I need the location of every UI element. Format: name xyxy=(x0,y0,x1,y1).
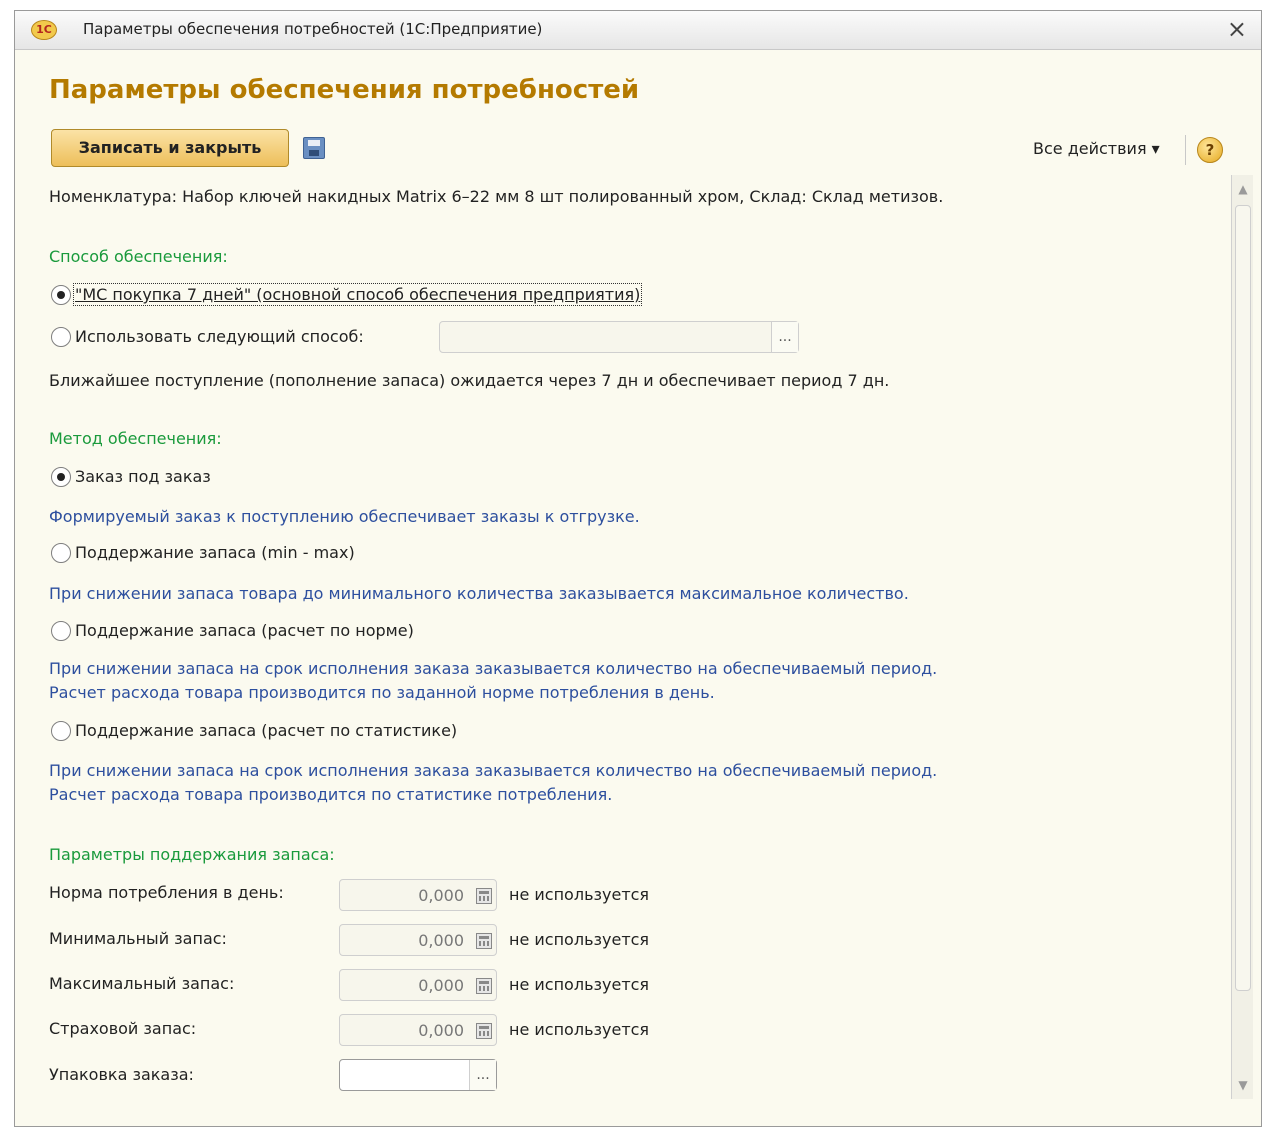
max-stock-note: не используется xyxy=(509,975,650,994)
1c-logo-icon: 1С xyxy=(31,20,57,40)
safety-stock-label: Страховой запас: xyxy=(49,1019,197,1038)
calculator-icon[interactable] xyxy=(476,888,492,904)
method-order-label[interactable]: Заказ под заказ xyxy=(75,467,211,486)
method-order-radio[interactable] xyxy=(51,467,71,487)
method-stats-description-2: Расчет расхода товара производится по ст… xyxy=(49,785,613,804)
save-icon[interactable] xyxy=(303,137,325,159)
min-stock-note: не используется xyxy=(509,930,650,949)
norm-per-day-note: не используется xyxy=(509,885,650,904)
max-stock-label: Максимальный запас: xyxy=(49,974,235,993)
item-info-text: Номенклатура: Набор ключей накидных Matr… xyxy=(49,187,944,206)
next-receipt-note: Ближайшее поступление (пополнение запаса… xyxy=(49,371,890,390)
norm-per-day-value: 0,000 xyxy=(418,886,464,905)
method-minmax-label[interactable]: Поддержание запаса (min - max) xyxy=(75,543,355,562)
scroll-thumb[interactable] xyxy=(1235,205,1251,991)
supply-way-default-label[interactable]: "МС покупка 7 дней" (основной способ обе… xyxy=(72,283,643,306)
norm-per-day-input[interactable]: 0,000 xyxy=(339,879,497,911)
method-stats-description-1: При снижении запаса на срок исполнения з… xyxy=(49,761,938,780)
norm-per-day-label: Норма потребления в день: xyxy=(49,883,284,902)
scroll-up-icon[interactable]: ▲ xyxy=(1234,179,1252,199)
scroll-down-icon[interactable]: ▼ xyxy=(1234,1075,1252,1095)
package-label: Упаковка заказа: xyxy=(49,1065,194,1084)
method-norm-description-2: Расчет расхода товара производится по за… xyxy=(49,683,715,702)
vertical-scrollbar[interactable]: ▲ ▼ xyxy=(1231,175,1253,1099)
method-norm-description-1: При снижении запаса на срок исполнения з… xyxy=(49,659,938,678)
dialog-window: 1С Параметры обеспечения потребностей (1… xyxy=(14,10,1262,1127)
method-norm-label[interactable]: Поддержание запаса (расчет по норме) xyxy=(75,621,414,640)
min-stock-label: Минимальный запас: xyxy=(49,929,227,948)
supply-way-custom-label[interactable]: Использовать следующий способ: xyxy=(75,327,364,346)
calculator-icon[interactable] xyxy=(476,1023,492,1039)
supply-way-custom-input[interactable]: ... xyxy=(439,321,799,353)
supply-way-choose-button[interactable]: ... xyxy=(771,322,798,352)
save-and-close-button[interactable]: Записать и закрыть xyxy=(51,129,289,167)
supply-method-label: Метод обеспечения: xyxy=(49,429,222,448)
method-order-description: Формируемый заказ к поступлению обеспечи… xyxy=(49,507,640,526)
safety-stock-note: не используется xyxy=(509,1020,650,1039)
help-icon[interactable]: ? xyxy=(1197,137,1223,163)
form-heading: Параметры обеспечения потребностей xyxy=(49,75,640,105)
safety-stock-input[interactable]: 0,000 xyxy=(339,1014,497,1046)
min-stock-input[interactable]: 0,000 xyxy=(339,924,497,956)
toolbar-divider xyxy=(1185,135,1186,165)
safety-stock-value: 0,000 xyxy=(418,1021,464,1040)
method-norm-radio[interactable] xyxy=(51,621,71,641)
method-stats-label[interactable]: Поддержание запаса (расчет по статистике… xyxy=(75,721,457,740)
supply-way-label: Способ обеспечения: xyxy=(49,247,228,266)
supply-way-default-radio[interactable] xyxy=(51,285,71,305)
title-bar: 1С Параметры обеспечения потребностей (1… xyxy=(15,11,1261,50)
max-stock-input[interactable]: 0,000 xyxy=(339,969,497,1001)
max-stock-value: 0,000 xyxy=(418,976,464,995)
window-title: Параметры обеспечения потребностей (1С:П… xyxy=(83,20,543,38)
calculator-icon[interactable] xyxy=(476,978,492,994)
method-stats-radio[interactable] xyxy=(51,721,71,741)
supply-way-custom-radio[interactable] xyxy=(51,327,71,347)
package-choose-button[interactable]: ... xyxy=(469,1060,496,1090)
close-icon[interactable]: × xyxy=(1227,16,1247,42)
min-stock-value: 0,000 xyxy=(418,931,464,950)
method-minmax-description: При снижении запаса товара до минимально… xyxy=(49,584,909,603)
all-actions-menu[interactable]: Все действия ▾ xyxy=(1033,139,1160,158)
stock-params-label: Параметры поддержания запаса: xyxy=(49,845,335,864)
calculator-icon[interactable] xyxy=(476,933,492,949)
method-minmax-radio[interactable] xyxy=(51,543,71,563)
package-input[interactable]: ... xyxy=(339,1059,497,1091)
